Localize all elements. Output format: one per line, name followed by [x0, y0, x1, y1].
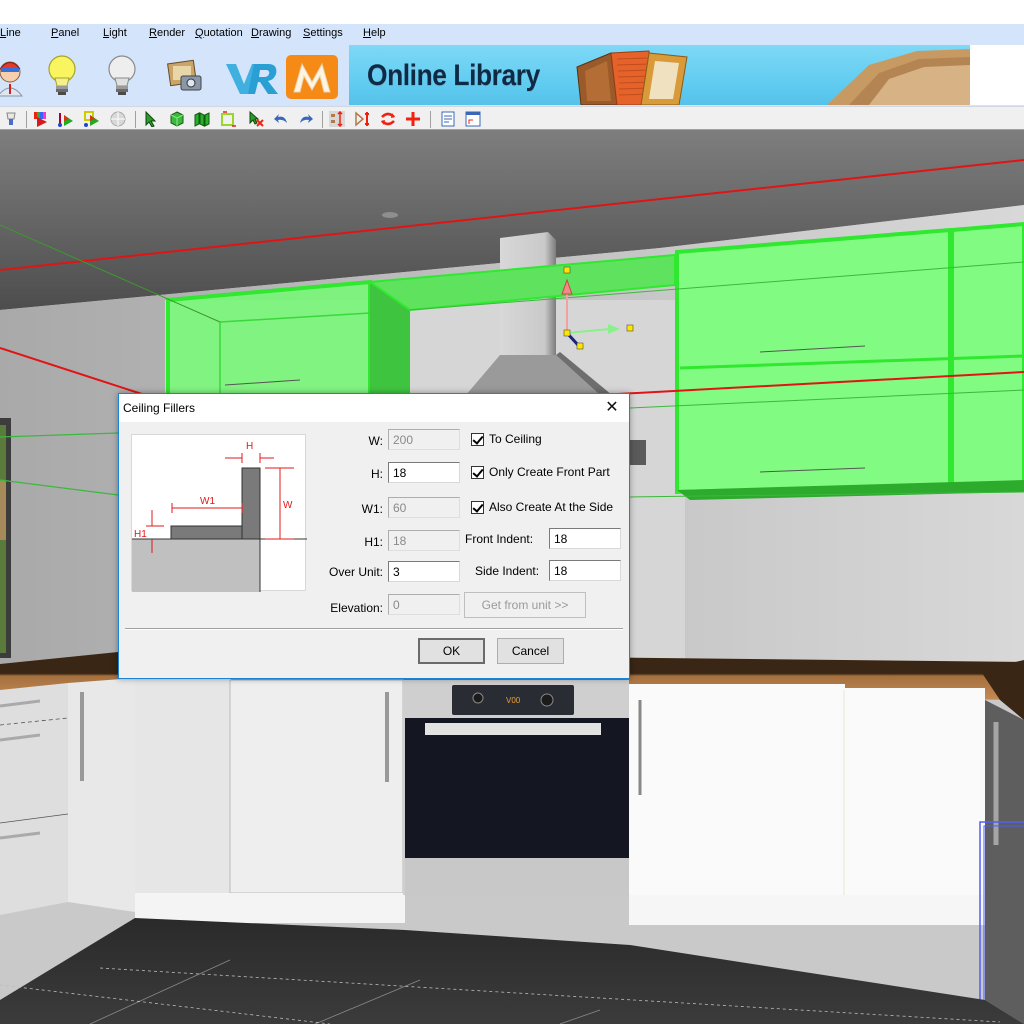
user-avatar-icon[interactable] — [0, 52, 32, 100]
select-arrow-icon[interactable] — [143, 110, 159, 128]
toolbar-separator — [135, 111, 136, 128]
rotate-icon[interactable] — [380, 111, 396, 127]
over-unit-label: Over Unit: — [328, 565, 383, 579]
lamp-icon[interactable] — [3, 111, 19, 127]
base-cabinet-right-2 — [845, 688, 985, 903]
h1-field[interactable] — [388, 530, 460, 551]
menu-help[interactable]: Help — [363, 27, 386, 39]
diagram-label-w: W — [283, 500, 293, 511]
menubar: Line Panel Light Render Quotation Drawin… — [0, 24, 1024, 44]
checkbox-checked-icon[interactable] — [471, 465, 484, 479]
diagram-vertical-filler — [241, 467, 261, 540]
cancel-button[interactable]: Cancel — [497, 638, 564, 664]
checkbox-checked-icon[interactable] — [471, 432, 484, 446]
menu-light[interactable]: Light — [103, 27, 127, 39]
to-ceiling-checkbox[interactable]: To Ceiling — [471, 432, 542, 446]
delete-arrow-icon[interactable] — [248, 110, 264, 127]
ceiling-fillers-dialog: Ceiling Fillers ✕ H W W1 H1 W: 200 H: 18… — [118, 393, 630, 679]
w1-label: W1: — [361, 502, 383, 516]
h1-label: H1: — [364, 535, 383, 549]
light-bulb-off-icon[interactable] — [100, 52, 144, 100]
only-front-checkbox[interactable]: Only Create Front Part — [471, 465, 610, 479]
elevation-label: Elevation: — [330, 601, 383, 615]
front-indent-field[interactable] — [549, 528, 621, 549]
undo-icon[interactable] — [273, 111, 289, 127]
cube-icon[interactable] — [169, 111, 185, 127]
ceiling-spotlight — [382, 212, 398, 218]
online-library-banner[interactable]: Online Library — [349, 45, 970, 105]
mirror-icon[interactable] — [355, 111, 371, 127]
base-cabinet-left-door — [68, 678, 135, 912]
h-label: H: — [371, 467, 383, 481]
toolbar-separator — [430, 111, 431, 128]
diagram-label-h1: H1 — [134, 529, 147, 540]
base-cabinet-corner — [135, 678, 231, 918]
get-from-unit-button[interactable]: Get from unit >> — [464, 592, 586, 618]
also-side-label: Also Create At the Side — [489, 500, 614, 514]
menu-line[interactable]: Line — [0, 27, 21, 39]
dialog-title: Ceiling Fillers — [123, 401, 196, 415]
h-field[interactable] — [388, 462, 460, 483]
oven-display: V00 — [506, 696, 521, 705]
move-icon[interactable] — [405, 111, 421, 127]
redo-icon[interactable] — [298, 111, 314, 127]
w1-field[interactable] — [388, 497, 460, 518]
edit-toolbar — [0, 106, 1024, 130]
also-side-checkbox[interactable]: Also Create At the Side — [471, 500, 613, 514]
dialog-titlebar[interactable]: Ceiling Fillers ✕ — [119, 394, 629, 422]
diagram-horizontal-filler — [170, 525, 244, 540]
menu-quotation[interactable]: Quotation — [195, 27, 243, 39]
ok-button[interactable]: OK — [418, 638, 485, 664]
menu-panel[interactable]: Panel — [51, 27, 79, 39]
resize-box-icon[interactable] — [220, 111, 236, 127]
grid-flag-icon[interactable] — [84, 111, 100, 127]
close-button[interactable]: ✕ — [601, 397, 623, 419]
w-field[interactable] — [388, 429, 460, 450]
photo-render-icon[interactable] — [163, 52, 207, 100]
diagram-label-w1: W1 — [200, 496, 215, 507]
filler-diagram: H W W1 H1 — [131, 434, 307, 592]
front-indent-label: Front Indent: — [465, 532, 534, 546]
hood-edge — [630, 440, 646, 465]
toolbar-separator — [322, 111, 323, 128]
only-front-label: Only Create Front Part — [489, 465, 610, 479]
oven: V00 — [403, 680, 629, 896]
m-logo-icon[interactable] — [286, 52, 338, 100]
diagram-base-unit — [132, 539, 260, 592]
menu-settings[interactable]: Settings — [303, 27, 343, 39]
menu-render[interactable]: Render — [149, 27, 185, 39]
side-indent-label: Side Indent: — [475, 564, 540, 578]
over-unit-field[interactable] — [388, 561, 460, 582]
floor-tiles — [0, 918, 1024, 1024]
sphere-icon[interactable] — [110, 111, 126, 127]
banner-empty-area — [970, 45, 1024, 105]
light-bulb-on-icon[interactable] — [40, 52, 84, 100]
to-ceiling-label: To Ceiling — [489, 432, 542, 446]
side-indent-field[interactable] — [549, 560, 621, 581]
diagram-label-h: H — [246, 441, 253, 452]
dialog-separator — [125, 628, 623, 630]
elevation-field[interactable] — [388, 594, 460, 615]
menu-drawing[interactable]: Drawing — [251, 27, 291, 39]
layout-icon[interactable] — [465, 111, 481, 127]
align-icon[interactable] — [329, 110, 345, 128]
path-flag-icon[interactable] — [58, 111, 74, 127]
notes-icon[interactable] — [440, 111, 456, 127]
base-cabinet-door — [229, 679, 404, 894]
base-cabinet-right-1 — [629, 684, 845, 900]
toolbar-separator — [26, 111, 27, 128]
w-label: W: — [368, 434, 383, 448]
side-cabinet-dark — [985, 700, 1024, 1024]
wall-icon[interactable] — [194, 111, 210, 127]
color-flag-icon[interactable] — [33, 111, 49, 127]
checkbox-checked-icon[interactable] — [471, 500, 484, 514]
top-blank-area — [0, 0, 1024, 24]
base-cabinet-left-drawers — [0, 683, 68, 915]
vr-icon[interactable] — [224, 52, 280, 100]
